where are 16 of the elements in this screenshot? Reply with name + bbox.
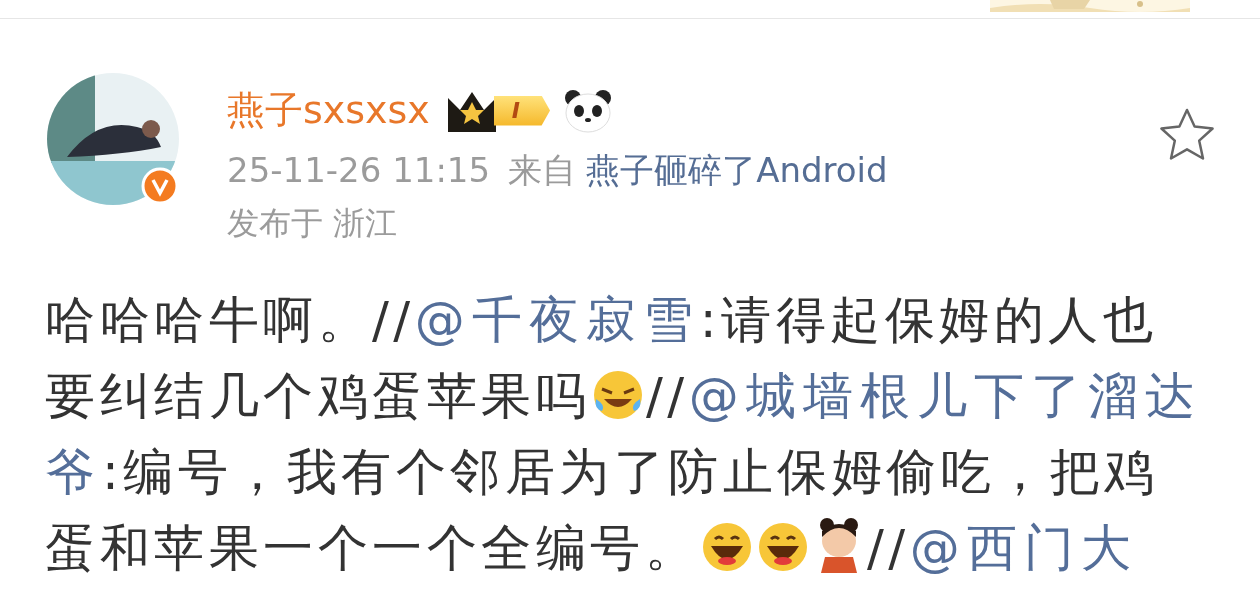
post-text: 哈哈哈牛啊。//@千夜寂雪:请得起保姆的人也要纠结几个鸡蛋苹果吗 //@城墙根儿下了溜达 爷:编号，我有个邻居为了防止保姆偷吃，把鸡蛋和苹果一个一个全编号。 //@西门大 [44, 290, 1203, 579]
favorite-star-icon[interactable] [1158, 107, 1216, 163]
post-time: 25-11-26 11:15 [227, 150, 491, 190]
username[interactable]: 燕子sxsxsx [227, 85, 430, 136]
source-label: 来自 [508, 149, 577, 192]
laughing-tears-emoji-icon [592, 369, 644, 421]
mention-link[interactable]: @千夜寂雪 [414, 291, 700, 349]
grinning-emoji-icon [757, 521, 809, 573]
grinning-emoji-icon [701, 521, 753, 573]
source-link[interactable]: 燕子砸碎了Android [586, 148, 888, 194]
level-badge: I [493, 95, 551, 126]
post-location: 发布于 浙江 [227, 203, 399, 244]
mention-link[interactable]: @城墙根儿下了溜达 [688, 367, 1202, 425]
mention-link[interactable]: 爷 [45, 443, 102, 501]
mention-link[interactable]: @西门大 [909, 519, 1138, 577]
panda-icon [564, 88, 613, 133]
